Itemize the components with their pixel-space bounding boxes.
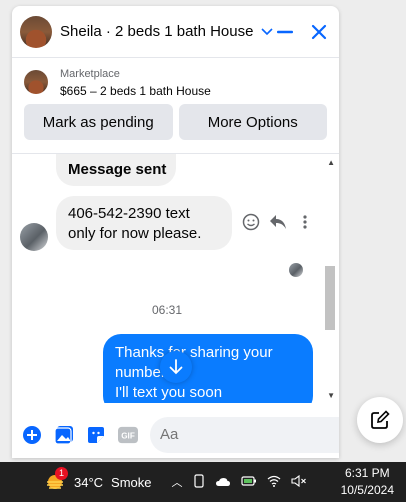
show-hidden-icons-icon[interactable]: ︿ <box>172 474 183 490</box>
mark-as-pending-button[interactable]: Mark as pending <box>24 104 173 140</box>
temperature: 34°C <box>74 474 104 490</box>
react-icon[interactable] <box>242 213 260 236</box>
weather-widget[interactable]: 1 34°C Smoke <box>44 467 152 493</box>
message-text: Thanks for sharing your <box>115 344 273 361</box>
message-timestamp: 06:31 <box>151 303 183 317</box>
system-tray: ︿ <box>172 473 307 491</box>
reply-icon[interactable] <box>269 214 287 235</box>
more-icon[interactable] <box>303 214 307 235</box>
message-bubble-outgoing[interactable]: Thanks for sharing your number I'll text… <box>103 334 313 403</box>
weather-icon: 1 <box>44 467 68 493</box>
chat-header[interactable]: Sheila · 2 beds 1 bath House <box>12 6 339 58</box>
gif-icon[interactable]: GIF <box>118 425 138 445</box>
contact-avatar[interactable] <box>20 15 52 48</box>
new-message-button[interactable] <box>357 397 403 443</box>
clock-date: 10/5/2024 <box>340 483 394 497</box>
windows-taskbar: 1 34°C Smoke ︿ 6:31 PM 10/5/2024 <box>0 462 406 502</box>
close-button[interactable] <box>307 20 331 44</box>
scrollbar-thumb[interactable] <box>325 266 335 330</box>
onedrive-icon[interactable] <box>215 475 231 490</box>
speaker-muted-icon[interactable] <box>290 474 307 490</box>
scroll-to-bottom-button[interactable] <box>160 351 192 383</box>
notification-badge: 1 <box>55 467 68 480</box>
arrow-down-icon <box>169 359 183 375</box>
message-scrollbar[interactable]: ▲ ▼ <box>323 154 339 403</box>
system-clock[interactable]: 6:31 PM 10/5/2024 <box>341 465 394 499</box>
battery-icon[interactable] <box>240 475 257 490</box>
chevron-down-icon[interactable] <box>261 25 274 39</box>
listing-thumbnail[interactable] <box>24 70 48 94</box>
gif-label: GIF <box>121 431 135 440</box>
scroll-down-arrow-icon[interactable]: ▼ <box>327 391 335 400</box>
message-composer: GIF <box>12 411 339 458</box>
contact-avatar-small[interactable] <box>20 223 48 251</box>
photo-icon[interactable] <box>54 425 74 445</box>
marketplace-label: Marketplace <box>60 68 120 80</box>
message-text: only for now please. <box>68 225 202 242</box>
minimize-button[interactable] <box>273 20 297 44</box>
phone-link-icon[interactable] <box>193 473 205 491</box>
clock-time: 6:31 PM <box>344 466 390 480</box>
message-text: I'll text you soon <box>115 384 223 401</box>
message-text: number <box>115 364 166 381</box>
listing-title[interactable]: $665 – 2 beds 1 bath House <box>60 82 211 100</box>
read-receipt-avatar <box>289 263 303 277</box>
wifi-icon[interactable] <box>267 475 281 490</box>
message-text: Message sent <box>68 161 167 178</box>
marketplace-card: Marketplace $665 – 2 beds 1 bath House M… <box>12 58 339 148</box>
message-input-container[interactable] <box>150 416 339 453</box>
message-list[interactable]: Message sent 406-542-2390 text only for … <box>12 153 339 403</box>
chat-title[interactable]: Sheila · 2 beds 1 bath House <box>60 23 253 40</box>
message-bubble-incoming[interactable]: Message sent <box>56 154 176 186</box>
message-text: 406-542-2390 text <box>68 205 190 222</box>
more-options-button[interactable]: More Options <box>178 104 327 140</box>
sticker-icon[interactable] <box>86 425 106 445</box>
scroll-up-arrow-icon[interactable]: ▲ <box>327 158 335 167</box>
chat-window: Sheila · 2 beds 1 bath House Marketplace… <box>12 6 339 458</box>
message-input[interactable] <box>160 426 339 443</box>
plus-icon[interactable] <box>22 425 42 445</box>
compose-icon <box>371 410 390 429</box>
weather-condition: Smoke <box>111 474 152 490</box>
message-bubble-incoming[interactable]: 406-542-2390 text only for now please. <box>56 196 232 250</box>
